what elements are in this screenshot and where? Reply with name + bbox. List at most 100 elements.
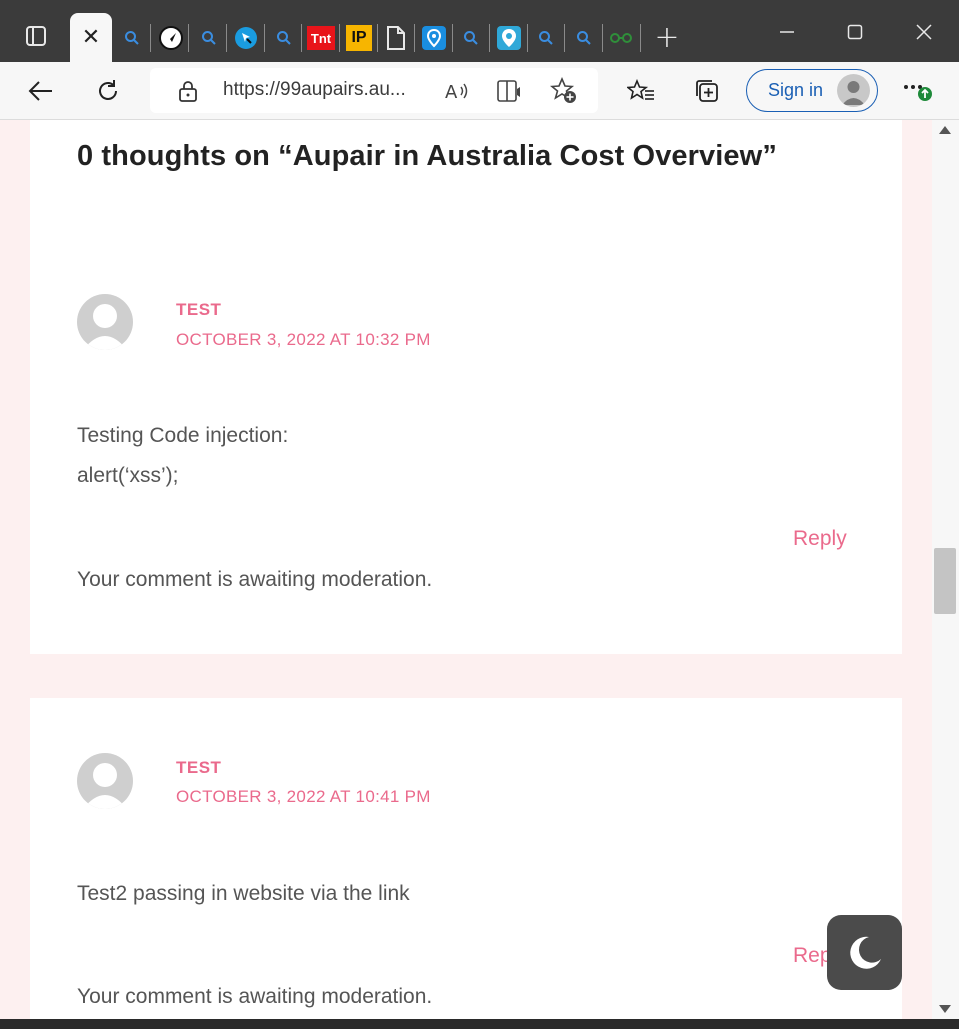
moderation-notice: Your comment is awaiting moderation. xyxy=(77,985,433,1008)
profile-avatar-icon xyxy=(837,74,870,107)
tab-active-close-button[interactable]: ✕ xyxy=(70,13,112,62)
comment-card: TEST OCTOBER 3, 2022 AT 10:41 PM Test2 p… xyxy=(30,698,902,1019)
tnt-label: Tnt xyxy=(310,30,332,46)
tab-separator xyxy=(377,24,378,52)
tab-search-4[interactable] xyxy=(455,22,487,54)
tab-search-5[interactable] xyxy=(530,22,562,54)
immersive-reader-button[interactable] xyxy=(495,76,525,106)
tab-separator xyxy=(527,24,528,52)
settings-menu-button[interactable] xyxy=(896,70,938,112)
scrollbar-thumb[interactable] xyxy=(934,548,956,614)
tab-separator xyxy=(640,24,641,52)
tab-separator xyxy=(264,24,265,52)
back-button[interactable] xyxy=(20,70,62,112)
tab-separator xyxy=(150,24,151,52)
tab-search-6[interactable] xyxy=(568,22,600,54)
location-icon xyxy=(497,26,521,50)
url-text: https://99aupairs.au... xyxy=(223,79,406,100)
comment-author[interactable]: TEST xyxy=(176,300,221,320)
dark-mode-toggle[interactable] xyxy=(827,915,902,990)
vertical-scrollbar[interactable] xyxy=(932,120,959,1019)
comment-text-line: Test2 passing in website via the link xyxy=(77,882,410,905)
tab-page[interactable] xyxy=(380,22,412,54)
tab-separator xyxy=(188,24,189,52)
sign-in-label: Sign in xyxy=(768,80,824,100)
close-window-button[interactable] xyxy=(904,12,944,52)
tab-actions-button[interactable] xyxy=(14,14,58,58)
refresh-button[interactable] xyxy=(87,70,129,112)
commenter-avatar-icon xyxy=(77,294,133,350)
search-icon xyxy=(539,31,553,45)
tab-separator xyxy=(564,24,565,52)
search-icon xyxy=(464,31,478,45)
tab-actions-icon xyxy=(26,26,46,46)
comment-date[interactable]: OCTOBER 3, 2022 AT 10:32 PM xyxy=(176,330,431,350)
location-icon xyxy=(422,26,446,50)
collections-icon xyxy=(696,80,718,102)
tab-separator xyxy=(414,24,415,52)
tab-location-2[interactable] xyxy=(493,22,525,54)
tnt-icon: Tnt xyxy=(307,26,335,50)
tab-map-pin[interactable] xyxy=(230,22,262,54)
commenter-avatar-icon xyxy=(77,753,133,809)
back-arrow-icon xyxy=(28,81,52,101)
plus-icon: + xyxy=(654,19,680,55)
comment-date[interactable]: OCTOBER 3, 2022 AT 10:41 PM xyxy=(176,787,431,807)
ip-label: IP xyxy=(351,29,367,46)
page-viewport: 0 thoughts on “Aupair in Australia Cost … xyxy=(0,120,932,1019)
minimize-button[interactable] xyxy=(767,12,807,52)
glasses-icon xyxy=(610,33,632,43)
sign-in-button[interactable]: Sign in xyxy=(746,69,878,112)
refresh-icon xyxy=(99,80,117,100)
read-aloud-button[interactable]: A xyxy=(442,76,472,106)
tab-tnt[interactable]: Tnt xyxy=(305,22,337,54)
immersive-reader-icon xyxy=(497,80,520,102)
collections-button[interactable] xyxy=(686,70,728,112)
tab-search-1[interactable] xyxy=(116,22,148,54)
navigation-icon xyxy=(159,26,183,50)
tab-location-1[interactable] xyxy=(418,22,450,54)
tab-separator xyxy=(489,24,490,52)
favorites-icon xyxy=(627,79,654,100)
tab-search-3[interactable] xyxy=(268,22,300,54)
comment-card: 0 thoughts on “Aupair in Australia Cost … xyxy=(30,120,902,654)
favorites-button[interactable] xyxy=(620,70,662,112)
tab-navigation[interactable] xyxy=(155,22,187,54)
maximize-button[interactable] xyxy=(835,12,875,52)
search-icon xyxy=(125,31,139,45)
maximize-icon xyxy=(847,24,863,40)
tab-bar: ✕ Tnt IP + xyxy=(0,0,959,62)
taskbar-edge xyxy=(0,1019,959,1029)
tab-ip[interactable]: IP xyxy=(343,22,375,54)
close-icon xyxy=(916,24,932,40)
tab-separator xyxy=(602,24,603,52)
tab-search-2[interactable] xyxy=(193,22,225,54)
comment-author[interactable]: TEST xyxy=(176,758,221,778)
ip-icon: IP xyxy=(346,25,372,51)
tab-separator xyxy=(339,24,340,52)
add-favorite-button[interactable] xyxy=(548,76,580,106)
tab-glasses[interactable] xyxy=(605,22,637,54)
tab-separator xyxy=(226,24,227,52)
star-add-icon xyxy=(550,77,576,103)
reply-link[interactable]: Reply xyxy=(793,527,847,551)
address-bar[interactable]: https://99aupairs.au... A xyxy=(150,68,598,113)
search-icon xyxy=(277,31,291,45)
comments-heading: 0 thoughts on “Aupair in Australia Cost … xyxy=(77,140,777,172)
read-aloud-icon: A xyxy=(445,82,468,103)
comment-text-line: Testing Code injection: xyxy=(77,424,289,447)
tab-separator xyxy=(301,24,302,52)
lock-icon xyxy=(179,81,197,102)
moon-icon xyxy=(849,936,881,969)
scroll-up-arrow-icon[interactable] xyxy=(939,126,951,134)
moderation-notice: Your comment is awaiting moderation. xyxy=(77,568,433,591)
minimize-icon xyxy=(780,31,794,33)
tab-separator xyxy=(452,24,453,52)
search-icon xyxy=(202,31,216,45)
close-icon: ✕ xyxy=(81,25,101,50)
comment-text-line: alert(‘xss’); xyxy=(77,464,179,487)
new-tab-button[interactable]: + xyxy=(650,19,684,55)
scroll-down-arrow-icon[interactable] xyxy=(939,1005,951,1013)
more-dots-icon xyxy=(904,85,932,101)
browser-toolbar: https://99aupairs.au... A Sign in xyxy=(0,62,959,120)
